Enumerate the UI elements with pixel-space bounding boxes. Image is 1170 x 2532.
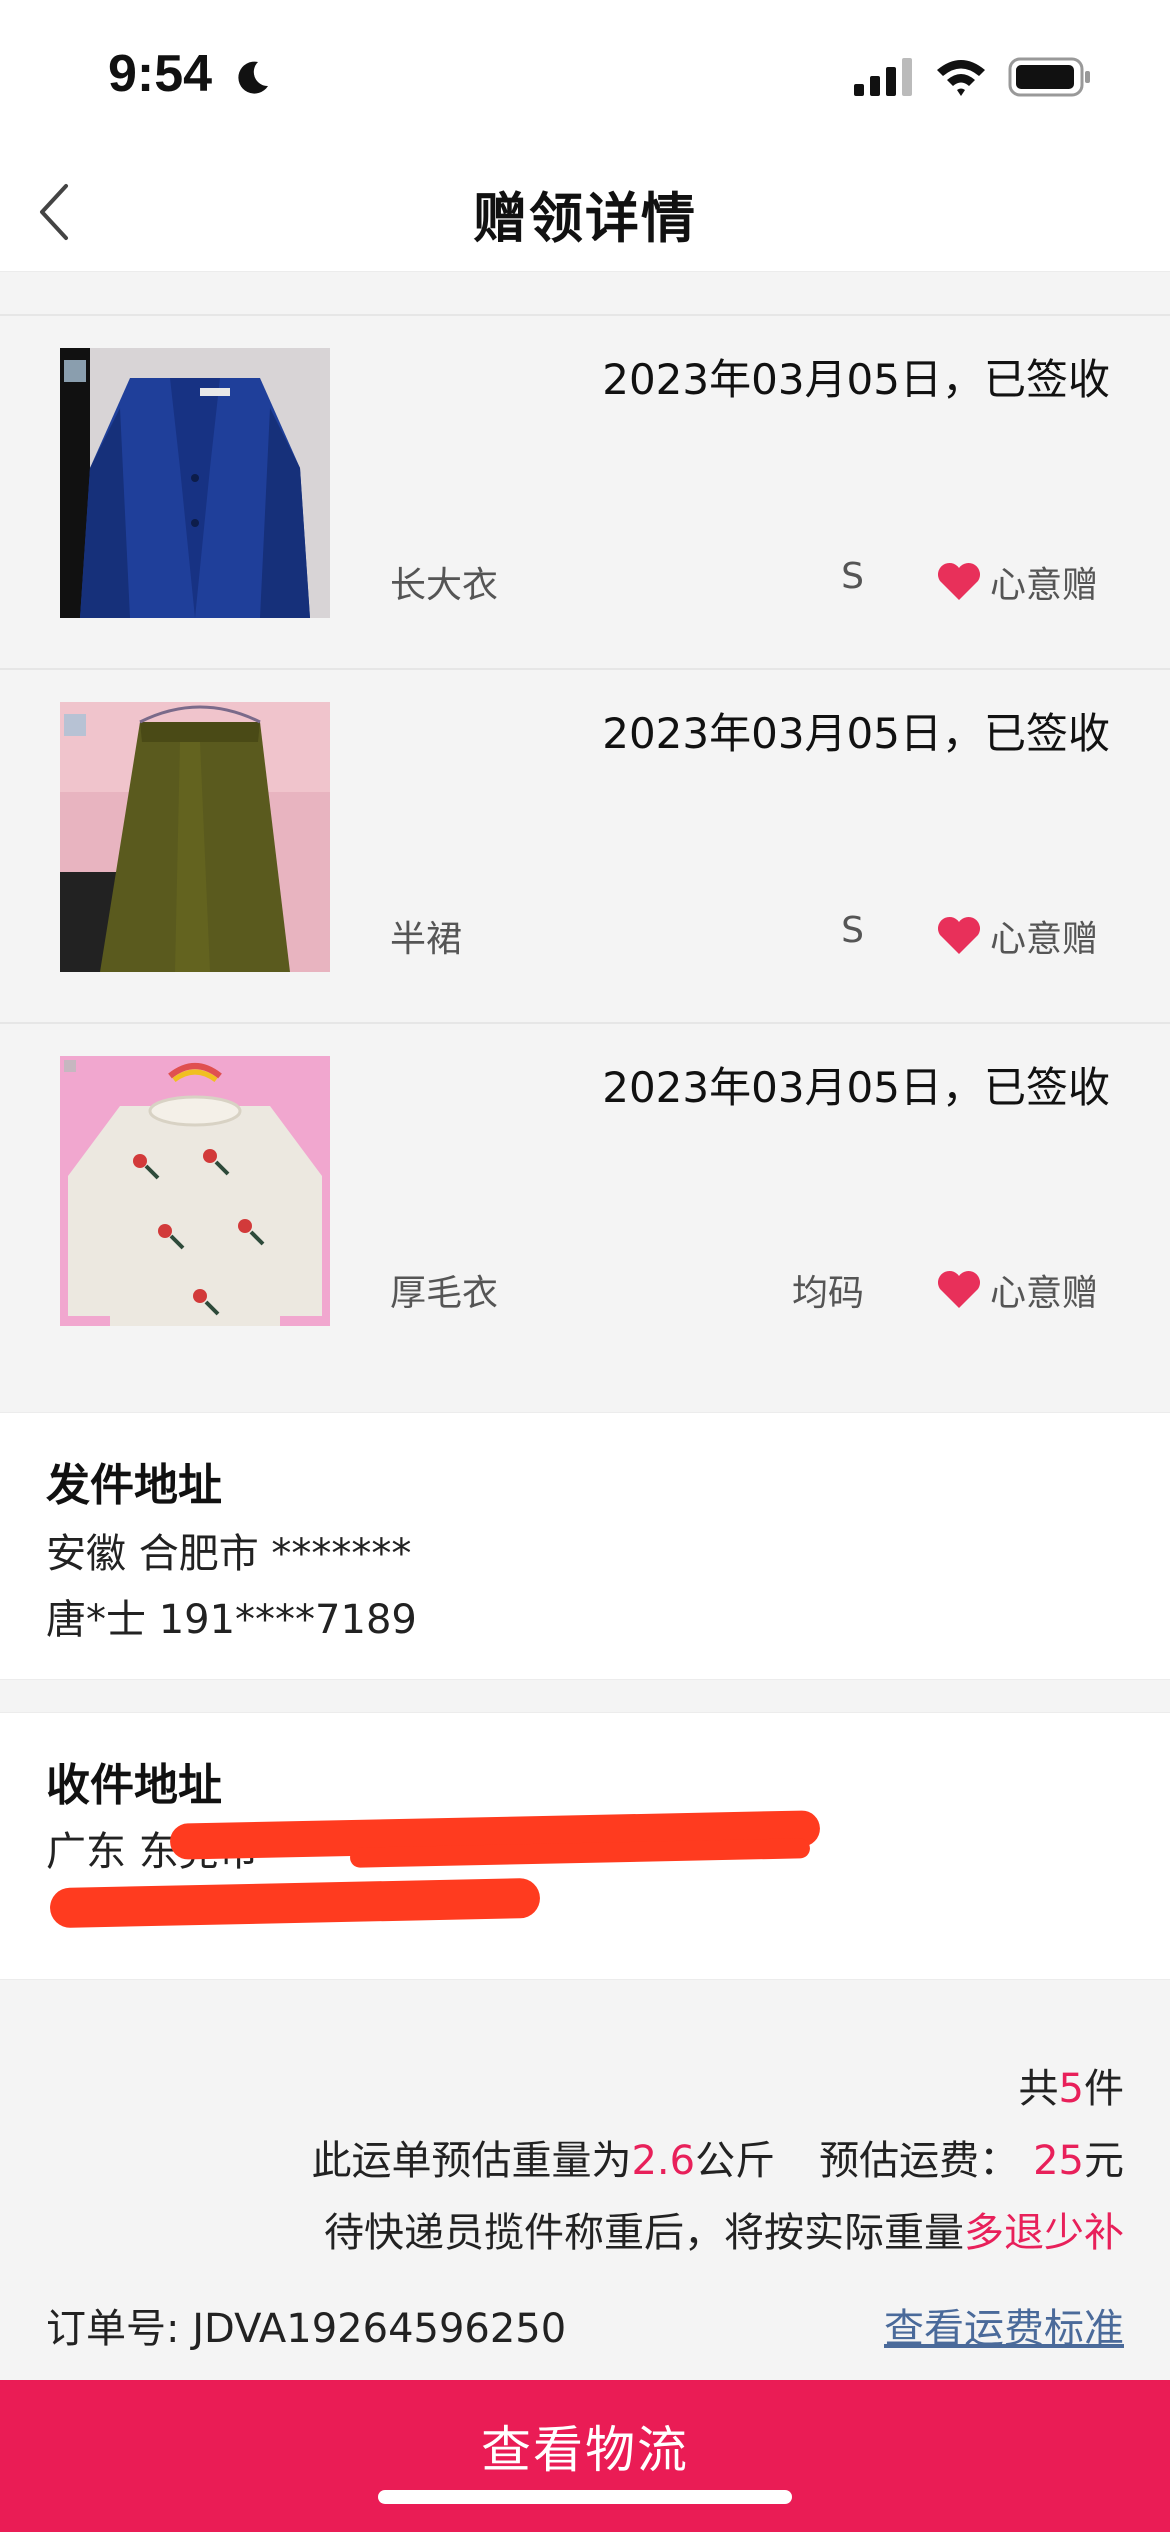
heart-icon: [937, 916, 980, 954]
total-suffix: 件: [1084, 2066, 1124, 2112]
item-tag: 心意赠: [936, 1264, 1098, 1316]
item-tag-label: 心意赠: [989, 565, 1098, 606]
home-indicator: [378, 2490, 792, 2504]
settlement-note: 待快递员揽件称重后，将按实际重量多退少补: [324, 2200, 1124, 2258]
nav-bar: 赠领详情: [0, 150, 1170, 272]
heart-icon: [937, 1270, 980, 1308]
order-number: 订单号: JDVA19264596250: [46, 2296, 566, 2354]
weight-unit: 公斤: [695, 2138, 776, 2184]
list-item[interactable]: 2023年03月05日，已签收 长大衣 S 心意赠: [0, 314, 1170, 668]
fee-prefix: 预估运费：: [819, 2138, 1020, 2184]
total-prefix: 共: [1018, 2066, 1059, 2112]
freight-standard-link[interactable]: 查看运费标准: [884, 2296, 1124, 2354]
item-size: S: [841, 556, 864, 597]
item-photo-coat[interactable]: [60, 348, 330, 618]
list-item[interactable]: 2023年03月05日，已签收 半裙 S 心意赠: [0, 668, 1170, 1022]
item-photo-sweater[interactable]: [60, 1056, 330, 1326]
item-list: 2023年03月05日，已签收 长大衣 S 心意赠 2023年03月05日，已签…: [0, 314, 1170, 1376]
redaction-mark: [49, 1877, 541, 1929]
receiver-address-card: 收件地址 广东 东莞市: [0, 1712, 1170, 1980]
total-count: 共5件: [1019, 2056, 1124, 2114]
sender-contact: 唐*士 191****7189: [46, 1597, 417, 1643]
order-number-value: JDVA19264596250: [192, 2306, 567, 2352]
page-title: 赠领详情: [473, 187, 697, 250]
item-name: 长大衣: [390, 565, 499, 606]
battery-icon: [1008, 57, 1090, 97]
item-size: 均码: [791, 1273, 864, 1314]
fee-unit: 元: [1084, 2138, 1124, 2184]
heart-icon: [937, 562, 980, 600]
total-count-value: 5: [1058, 2066, 1084, 2112]
sender-address-card: 发件地址 安徽 合肥市 ******* 唐*士 191****7189: [0, 1412, 1170, 1680]
item-name: 厚毛衣: [390, 1273, 499, 1314]
receiver-title: 收件地址: [46, 1760, 222, 1811]
weight-value: 2.6: [631, 2138, 696, 2184]
note-highlight: 多退少补: [964, 2210, 1124, 2256]
moon-icon: [238, 61, 268, 94]
list-item[interactable]: 2023年03月05日，已签收 厚毛衣 均码 心意赠: [0, 1022, 1170, 1376]
item-date-status: 2023年03月05日，已签收: [602, 709, 1110, 758]
item-tag: 心意赠: [936, 910, 1098, 962]
order-label: 订单号:: [46, 2306, 180, 2352]
item-size: S: [841, 910, 864, 951]
sender-title: 发件地址: [46, 1460, 222, 1511]
item-tag: 心意赠: [936, 556, 1098, 608]
view-logistics-button[interactable]: 查看物流: [0, 2380, 1170, 2532]
item-name: 半裙: [390, 919, 463, 960]
item-photo-skirt[interactable]: [60, 702, 330, 972]
note-prefix: 待快递员揽件称重后，将按实际重量: [324, 2210, 964, 2256]
status-time: 9:54: [108, 45, 213, 103]
item-tag-label: 心意赠: [989, 919, 1098, 960]
weight-fee-line: 此运单预估重量为2.6公斤 预估运费： 25元: [311, 2128, 1124, 2186]
item-date-status: 2023年03月05日，已签收: [602, 1063, 1110, 1112]
signal-icon: [854, 58, 912, 96]
sender-address: 安徽 合肥市 *******: [46, 1531, 412, 1577]
fee-value: 25: [1033, 2138, 1084, 2184]
status-bar: 9:54: [0, 0, 1170, 150]
weight-prefix: 此运单预估重量为: [311, 2138, 632, 2184]
item-date-status: 2023年03月05日，已签收: [602, 355, 1110, 404]
item-tag-label: 心意赠: [989, 1273, 1098, 1314]
wifi-icon: [937, 60, 985, 96]
